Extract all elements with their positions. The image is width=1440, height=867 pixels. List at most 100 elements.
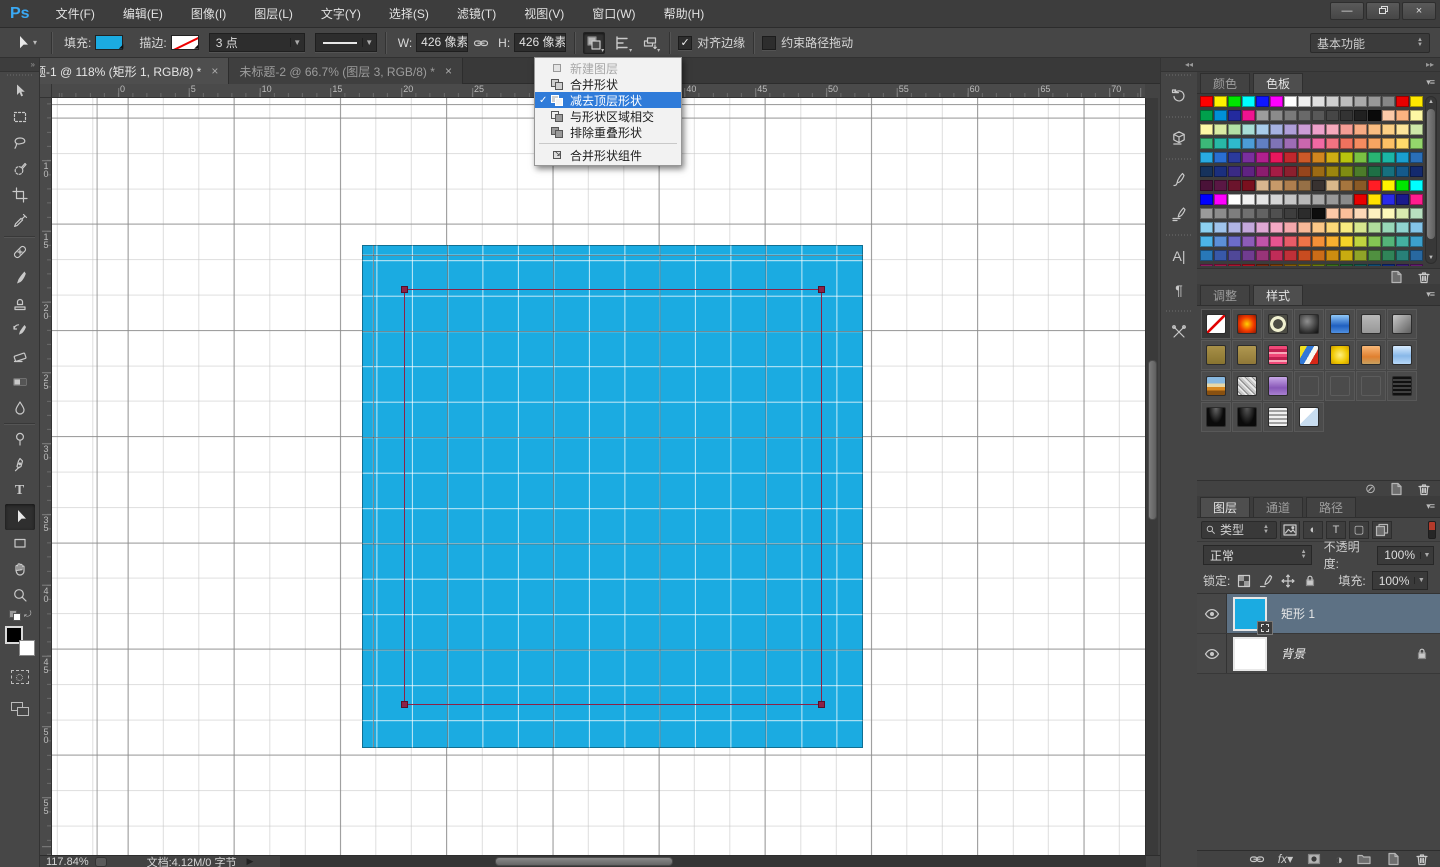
color-swatch-r5c8[interactable]	[1298, 152, 1311, 163]
lock-pixels-icon[interactable]	[1258, 573, 1274, 589]
color-swatch-r5c11[interactable]	[1340, 152, 1353, 163]
color-swatch-r11c15[interactable]	[1396, 236, 1409, 247]
layer-filter-type-select[interactable]: 类型 ▲▼	[1201, 521, 1277, 539]
color-swatch-r1c2[interactable]	[1214, 96, 1227, 107]
color-swatch-r7c16[interactable]	[1410, 180, 1423, 191]
color-swatch-r2c4[interactable]	[1242, 110, 1255, 121]
color-swatch-r5c3[interactable]	[1228, 152, 1241, 163]
layer-name[interactable]: 矩形 1	[1281, 605, 1315, 622]
stroke-width-select[interactable]: 3 点 ▼	[209, 33, 305, 52]
menu-item-9[interactable]: 帮助(H)	[650, 7, 719, 21]
color-swatch-r3c11[interactable]	[1340, 124, 1353, 135]
character-panel-icon[interactable]: A|	[1162, 240, 1196, 272]
color-swatch-r1c1[interactable]	[1200, 96, 1213, 107]
shape-op-menu-item-2[interactable]: 合并形状	[535, 76, 681, 92]
color-swatch-r7c6[interactable]	[1270, 180, 1283, 191]
fill-opacity-input[interactable]: 100% ▼	[1372, 571, 1429, 590]
color-swatch-r9c11[interactable]	[1340, 208, 1353, 219]
brush-tool[interactable]	[5, 265, 35, 291]
filter-pixel-layers-icon[interactable]	[1280, 521, 1300, 539]
color-swatch-r1c13[interactable]	[1368, 96, 1381, 107]
color-swatch-r13c15[interactable]	[1396, 264, 1409, 266]
color-swatch-r5c5[interactable]	[1256, 152, 1269, 163]
ruler-origin-corner[interactable]	[40, 84, 52, 98]
style-empty-1[interactable]	[1294, 371, 1324, 401]
color-swatch-r4c8[interactable]	[1298, 138, 1311, 149]
color-swatch-r13c16[interactable]	[1410, 264, 1423, 266]
restore-button[interactable]	[1366, 2, 1400, 20]
color-swatch-r12c5[interactable]	[1256, 250, 1269, 261]
style-purple-gel[interactable]	[1263, 371, 1293, 401]
shape-height-input[interactable]: 426 像素	[514, 33, 566, 52]
brush-panel-icon[interactable]	[1162, 164, 1196, 196]
color-swatch-r11c11[interactable]	[1340, 236, 1353, 247]
color-swatch-r4c1[interactable]	[1200, 138, 1213, 149]
lock-all-icon[interactable]	[1302, 573, 1318, 589]
color-swatch-r11c1[interactable]	[1200, 236, 1213, 247]
color-swatch-r9c2[interactable]	[1214, 208, 1227, 219]
layer-thumbnail[interactable]	[1233, 597, 1267, 631]
color-swatch-r2c9[interactable]	[1312, 110, 1325, 121]
color-swatch-r1c10[interactable]	[1326, 96, 1339, 107]
color-swatch-r2c13[interactable]	[1368, 110, 1381, 121]
color-swatch-r8c9[interactable]	[1312, 194, 1325, 205]
color-swatch-r2c15[interactable]	[1396, 110, 1409, 121]
color-swatch-r9c16[interactable]	[1410, 208, 1423, 219]
close-tab-icon[interactable]: ×	[445, 64, 452, 78]
color-swatch-r8c1[interactable]	[1200, 194, 1213, 205]
layer-visibility-eye-icon[interactable]	[1197, 634, 1227, 673]
lock-position-icon[interactable]	[1280, 573, 1296, 589]
stroke-color-swatch[interactable]: ◢	[171, 35, 199, 50]
color-swatch-r11c6[interactable]	[1270, 236, 1283, 247]
color-swatch-r8c3[interactable]	[1228, 194, 1241, 205]
color-swatch-r2c7[interactable]	[1284, 110, 1297, 121]
color-swatch-r3c2[interactable]	[1214, 124, 1227, 135]
color-swatch-r8c8[interactable]	[1298, 194, 1311, 205]
menu-item-6[interactable]: 滤镜(T)	[443, 7, 510, 21]
color-swatch-r11c14[interactable]	[1382, 236, 1395, 247]
color-swatch-r12c3[interactable]	[1228, 250, 1241, 261]
menu-item-8[interactable]: 窗口(W)	[578, 7, 649, 21]
menu-item-5[interactable]: 选择(S)	[375, 7, 443, 21]
color-swatch-r10c7[interactable]	[1284, 222, 1297, 233]
layer-style-fx-icon[interactable]: fx▾	[1278, 852, 1293, 866]
gradient-tool[interactable]	[5, 369, 35, 395]
menu-item-1[interactable]: 编辑(E)	[109, 7, 177, 21]
color-swatch-r11c2[interactable]	[1214, 236, 1227, 247]
shape-width-input[interactable]: 426 像素	[416, 33, 468, 52]
color-swatch-r12c15[interactable]	[1396, 250, 1409, 261]
path-arrangement-button[interactable]: ▾	[639, 32, 661, 54]
zoom-tool[interactable]	[5, 582, 35, 608]
eyedropper-tool[interactable]	[5, 208, 35, 234]
shape-op-menu-item-4[interactable]: 与形状区域相交	[535, 108, 681, 124]
color-swatch-r6c7[interactable]	[1284, 166, 1297, 177]
menu-item-3[interactable]: 图层(L)	[240, 7, 307, 21]
shape-op-menu-item-3[interactable]: ✓减去顶层形状	[535, 92, 681, 108]
color-swatch-r9c7[interactable]	[1284, 208, 1297, 219]
minimize-button[interactable]: —	[1330, 2, 1364, 20]
color-swatch-r5c9[interactable]	[1312, 152, 1325, 163]
panel-menu-icon[interactable]: ▾≡	[1426, 501, 1434, 512]
color-swatch-r11c16[interactable]	[1410, 236, 1423, 247]
color-swatch-r9c3[interactable]	[1228, 208, 1241, 219]
layers-tab[interactable]: 路径	[1306, 497, 1356, 517]
color-swatch-r13c8[interactable]	[1298, 264, 1311, 266]
color-swatch-r8c12[interactable]	[1354, 194, 1367, 205]
shape-op-menu-item-6[interactable]: 合并形状组件	[535, 147, 681, 163]
quick-mask-button[interactable]	[5, 664, 35, 690]
clone-stamp-tool[interactable]	[5, 291, 35, 317]
color-swatch-r10c1[interactable]	[1200, 222, 1213, 233]
color-swatch-r2c6[interactable]	[1270, 110, 1283, 121]
color-swatch-r12c2[interactable]	[1214, 250, 1227, 261]
color-swatch-r7c12[interactable]	[1354, 180, 1367, 191]
color-swatch-r4c6[interactable]	[1270, 138, 1283, 149]
adjustment-layer-icon[interactable]: ◑	[1335, 852, 1343, 867]
color-swatch-r2c14[interactable]	[1382, 110, 1395, 121]
add-mask-icon[interactable]	[1306, 851, 1322, 867]
scrollbar-thumb[interactable]	[1427, 109, 1435, 239]
path-anchor-top-right[interactable]	[818, 286, 825, 293]
color-swatch-r1c9[interactable]	[1312, 96, 1325, 107]
style-blue-gel[interactable]	[1387, 340, 1417, 370]
color-swatch-r7c11[interactable]	[1340, 180, 1353, 191]
color-swatch-r1c5[interactable]	[1256, 96, 1269, 107]
